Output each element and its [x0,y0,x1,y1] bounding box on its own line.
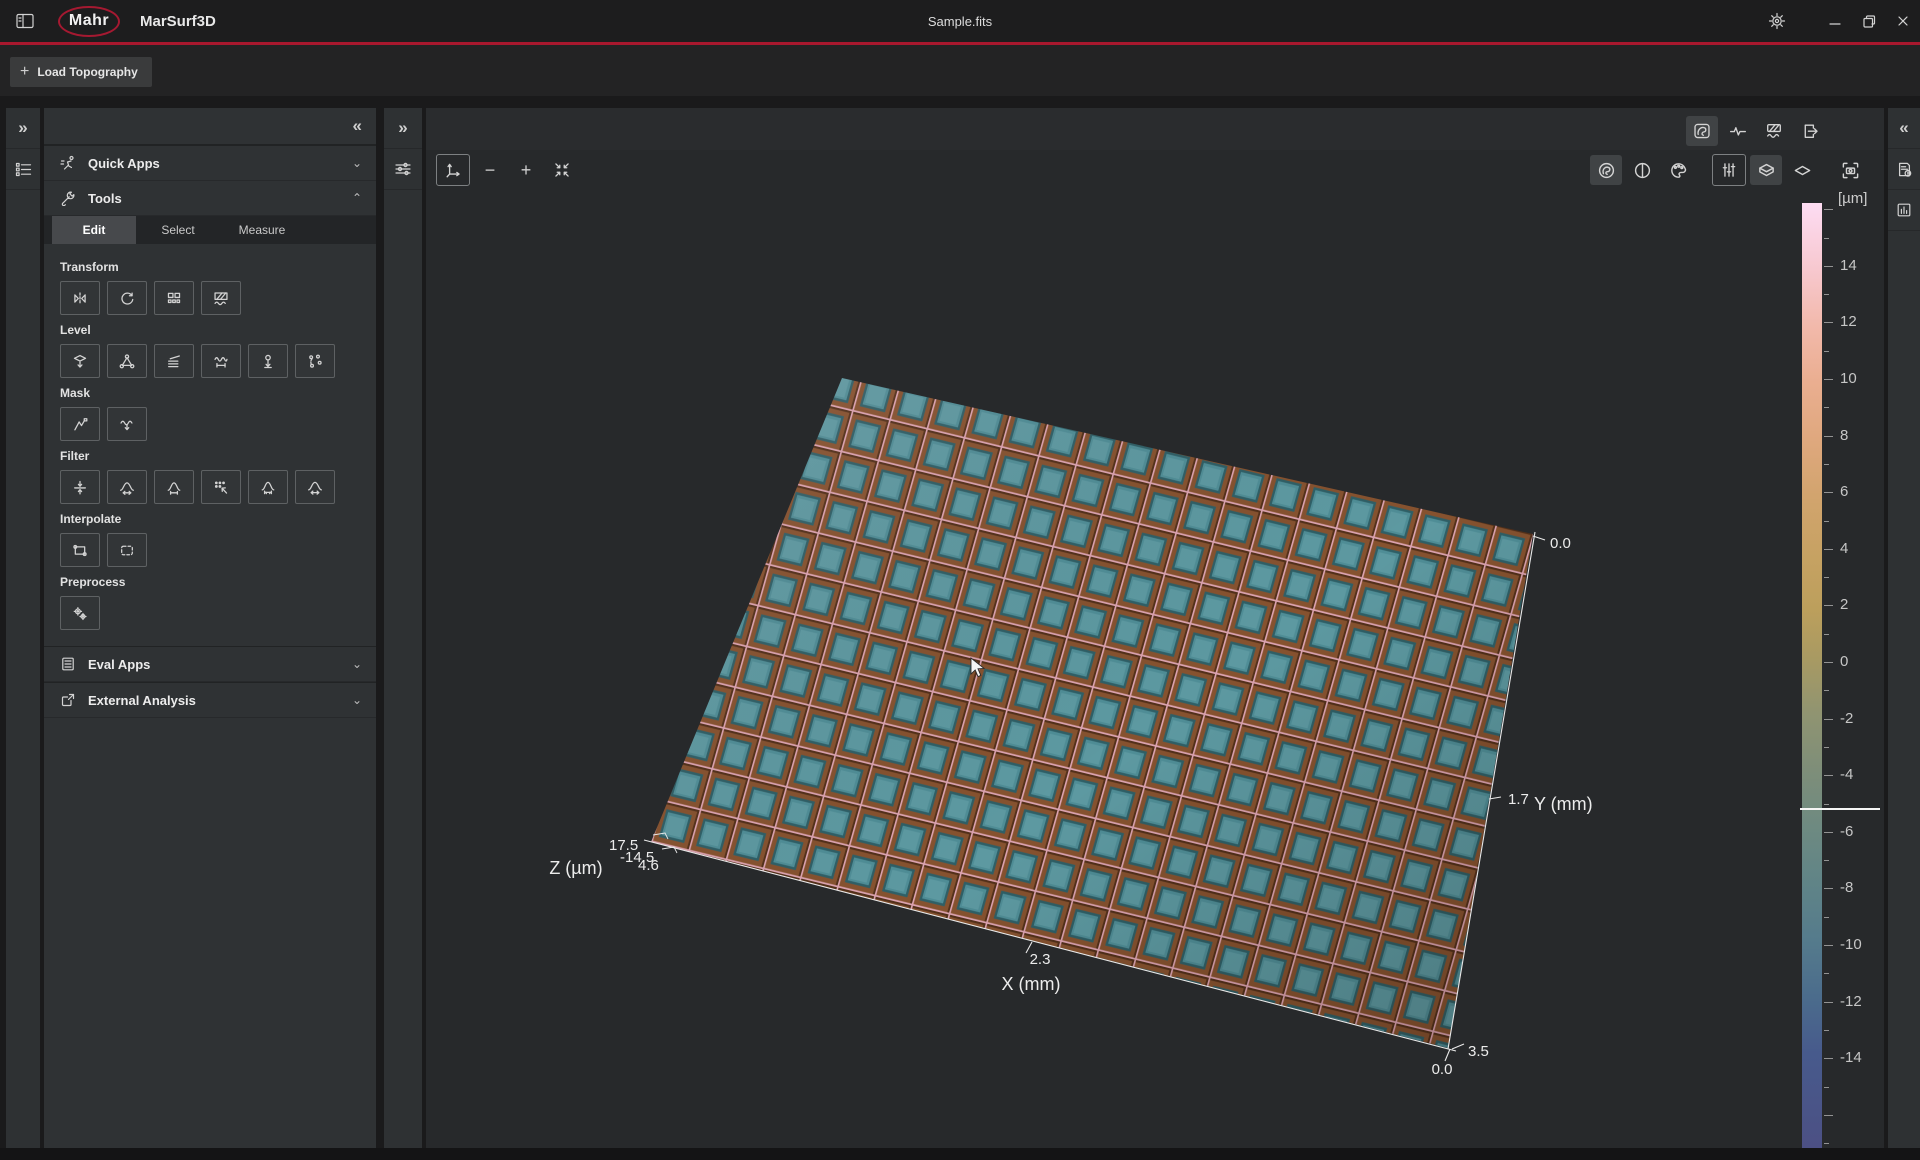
tab-measure[interactable]: Measure [220,216,304,244]
group-level-label: Level [60,323,360,337]
chevron-down-icon: ⌄ [352,693,362,707]
tool-gaussian-spread[interactable] [107,470,147,504]
actionbar: + Load Topography [0,45,1920,96]
tool-highpass-spread[interactable] [295,470,335,504]
section-quick-apps[interactable]: Quick Apps ⌄ [44,146,376,181]
tools-label: Tools [88,191,352,206]
tool-line-wise-level[interactable] [154,344,194,378]
group-preprocess-label: Preprocess [60,575,360,589]
tool-rail: » [384,108,422,1148]
surface-3d-scene[interactable]: 2.3 X (mm) 0.0 3.5 1.7 Y (mm) 0.0 17.5 -… [426,108,1884,1160]
panel-toggle-icon[interactable] [14,11,36,31]
report-info-icon[interactable] [1888,149,1920,190]
tool-profile-level[interactable] [201,344,241,378]
z-axis-tick-mid: 4.6 [638,857,659,874]
group-mask-label: Mask [60,386,360,400]
group-mask [60,407,360,441]
section-eval-apps[interactable]: Eval Apps ⌄ [44,646,376,682]
right-rail: « [1888,108,1920,1148]
x-axis-max: 3.5 [1468,1043,1489,1060]
expand-panel-icon[interactable]: » [384,108,422,149]
quick-apps-label: Quick Apps [88,156,352,171]
group-interpolate-label: Interpolate [60,512,360,526]
external-link-icon [56,692,80,708]
y-axis-end: 0.0 [1550,535,1571,552]
chevron-down-icon: ⌄ [352,657,362,671]
chevron-up-icon: ⌃ [352,191,362,205]
document-title: Sample.fits [0,14,1920,29]
tool-draw-mask[interactable] [60,407,100,441]
tool-fill-polygon[interactable] [60,533,100,567]
display-settings-icon[interactable] [384,149,422,190]
settings-gear-icon[interactable] [1760,0,1794,42]
tab-edit[interactable]: Edit [52,216,136,244]
app-name: MarSurf3D [140,13,216,30]
marsurf3d-window: Mahr MarSurf3D Sample.fits + Load Topogr… [0,0,1920,1148]
brand-text: Mahr [69,12,109,30]
tool-three-point-level[interactable] [107,344,147,378]
tool-fill-region[interactable] [107,533,147,567]
tool-point-level[interactable] [248,344,288,378]
wrench-icon [56,190,80,206]
sidebar-header: « [44,108,376,146]
minimize-button[interactable] [1818,0,1852,42]
layer-list-icon[interactable] [6,149,40,190]
tab-select[interactable]: Select [136,216,220,244]
y-axis-label: Y (mm) [1534,794,1593,814]
group-level [60,344,360,378]
y-axis-origin: 0.0 [1432,1061,1453,1078]
tool-plane-level[interactable] [60,344,100,378]
expand-panel-icon[interactable]: » [6,108,40,149]
chevron-down-icon: ⌄ [352,156,362,170]
tool-groups: Transform Level Mask Filter [44,244,376,646]
collapse-left-icon[interactable]: « [353,116,362,136]
tool-rotate[interactable] [107,281,147,315]
group-transform-label: Transform [60,260,360,274]
tool-despike[interactable] [201,470,241,504]
left-rail: » [6,108,40,1148]
tool-resample[interactable] [154,281,194,315]
y-axis-tick: 1.7 [1508,791,1529,808]
load-topography-label: Load Topography [37,65,137,79]
titlebar: Mahr MarSurf3D Sample.fits [0,0,1920,42]
group-preprocess [60,596,360,630]
collapse-right-icon[interactable]: « [1888,108,1920,149]
tool-mirror[interactable] [60,281,100,315]
section-external-analysis[interactable]: External Analysis ⌄ [44,682,376,718]
tool-custom-points-level[interactable] [295,344,335,378]
viewport-3d: − + [426,108,1884,1148]
section-tools[interactable]: Tools ⌃ [44,181,376,216]
eval-apps-label: Eval Apps [88,657,352,672]
eval-apps-icon [56,656,80,672]
x-axis-tick: 2.3 [1030,951,1051,968]
tool-compress[interactable] [60,470,100,504]
mahr-logo: Mahr [58,6,120,37]
z-axis-label: Z (µm) [549,858,602,878]
close-button[interactable] [1886,0,1920,42]
restore-button[interactable] [1852,0,1886,42]
tool-auto-preprocess[interactable] [60,596,100,630]
group-transform [60,281,360,315]
load-topography-button[interactable]: + Load Topography [10,57,152,87]
tools-sidebar: « Quick Apps ⌄ Tools ⌃ Edit Select Measu… [44,108,376,1148]
group-filter [60,470,360,504]
tools-tabs: Edit Select Measure [44,216,376,244]
tool-lowpass-cutoff[interactable] [248,470,288,504]
tool-gaussian-cutoff[interactable] [154,470,194,504]
plus-icon: + [20,63,29,81]
external-analysis-label: External Analysis [88,693,352,708]
tool-crop-profile[interactable] [201,281,241,315]
surface-mesh[interactable] [651,378,1533,1048]
x-axis-label: X (mm) [1002,974,1061,994]
group-interpolate [60,533,360,567]
histogram-icon[interactable] [1888,190,1920,231]
group-filter-label: Filter [60,449,360,463]
tool-threshold-mask[interactable] [107,407,147,441]
quick-apps-icon [56,155,80,171]
